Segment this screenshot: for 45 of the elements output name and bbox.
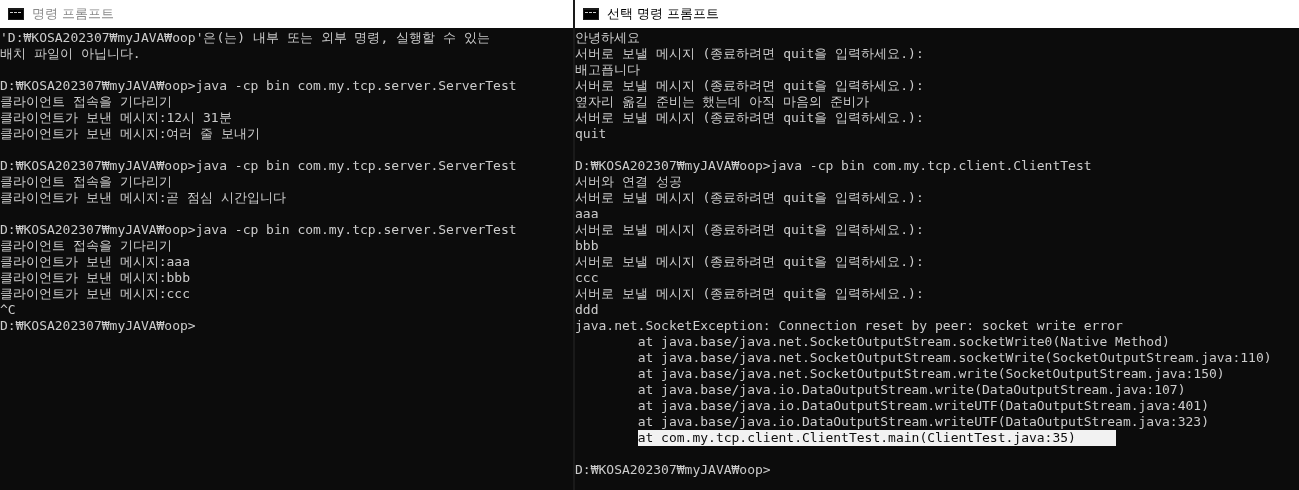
console-line: 클라이언트 접속을 기다리기 — [0, 238, 172, 254]
console-line: bbb — [575, 238, 599, 254]
console-line: 클라이언트가 보낸 메시지:곧 점심 시간입니다 — [0, 190, 287, 206]
console-line: 클라이언트가 보낸 메시지:aaa — [0, 254, 190, 270]
console-line: 옆자리 옮길 준비는 했는데 아직 마음의 준비가 — [575, 94, 869, 110]
console-line: D:₩KOSA202307₩myJAVA₩oop>java -cp bin com.my.tcp.server.ServerTest — [0, 222, 517, 238]
console-line: 클라이언트가 보낸 메시지:여러 줄 보내기 — [0, 126, 261, 142]
console-line: 서버로 보낼 메시지 (종료하려면 quit을 입력하세요.): — [575, 78, 924, 94]
console-line: D:₩KOSA202307₩myJAVA₩oop>java -cp bin com.my.tcp.server.ServerTest — [0, 78, 517, 94]
console-line: at java.base/java.io.DataOutputStream.write(DataOutputStream.java:107) — [636, 382, 1186, 398]
console-line: 클라이언트 접속을 기다리기 — [0, 94, 172, 110]
console-line: 배고픕니다 — [575, 62, 640, 78]
console-line: D:₩KOSA202307₩myJAVA₩oop>java -cp bin com.my.tcp.client.ClientTest — [575, 158, 1092, 174]
console-line: 클라이언트가 보낸 메시지:bbb — [0, 270, 190, 286]
console-line: at java.base/java.net.SocketOutputStream.write(SocketOutputStream.java:150) — [636, 366, 1225, 382]
console-line: 서버로 보낼 메시지 (종료하려면 quit을 입력하세요.): — [575, 286, 924, 302]
console-line: 'D:₩KOSA202307₩myJAVA₩oop'은(는) 내부 또는 외부 명령, 실행할 수 있는 — [0, 30, 490, 46]
console-line: 안녕하세요 — [575, 30, 640, 46]
console-line: 서버로 보낼 메시지 (종료하려면 quit을 입력하세요.): — [575, 110, 924, 126]
console-icon — [583, 8, 599, 20]
console-line: 서버로 보낼 메시지 (종료하려면 quit을 입력하세요.): — [575, 190, 924, 206]
console-line: 서버로 보낼 메시지 (종료하려면 quit을 입력하세요.): — [575, 46, 924, 62]
console-line: at java.base/java.io.DataOutputStream.writeUTF(DataOutputStream.java:401) — [636, 398, 1209, 414]
console-line: 서버로 보낼 메시지 (종료하려면 quit을 입력하세요.): — [575, 222, 924, 238]
console-icon — [8, 8, 24, 20]
console-line: aaa — [575, 206, 599, 222]
window-title: 명령 프롬프트 — [32, 5, 115, 23]
console-line: D:₩KOSA202307₩myJAVA₩oop> — [0, 318, 196, 334]
console-line: 서버와 연결 성공 — [575, 174, 682, 190]
console-line: ddd — [575, 302, 599, 318]
console-line: at java.base/java.io.DataOutputStream.writeUTF(DataOutputStream.java:323) — [636, 414, 1209, 430]
console-line: D:₩KOSA202307₩myJAVA₩oop> — [575, 462, 771, 478]
console-line: 클라이언트가 보낸 메시지:12시 31분 — [0, 110, 232, 126]
console-line: quit — [575, 126, 607, 142]
window-title: 선택 명령 프롬프트 — [607, 5, 720, 23]
console-line: at java.base/java.net.SocketOutputStream.socketWrite(SocketOutputStream.java:110) — [636, 350, 1272, 366]
console-line: ccc — [575, 270, 599, 286]
console-line: 서버로 보낼 메시지 (종료하려면 quit을 입력하세요.): — [575, 254, 924, 270]
console-line: ^C — [0, 302, 16, 318]
console-line: 클라이언트 접속을 기다리기 — [0, 174, 172, 190]
console-line: java.net.SocketException: Connection reset by peer: socket write error — [575, 318, 1123, 334]
console-line: D:₩KOSA202307₩myJAVA₩oop>java -cp bin com.my.tcp.server.ServerTest — [0, 158, 517, 174]
console-line: 배치 파일이 아닙니다. — [0, 46, 141, 62]
console-line: 클라이언트가 보낸 메시지:ccc — [0, 286, 190, 302]
console-line: at java.base/java.net.SocketOutputStream.socketWrite0(Native Method) — [636, 334, 1170, 350]
